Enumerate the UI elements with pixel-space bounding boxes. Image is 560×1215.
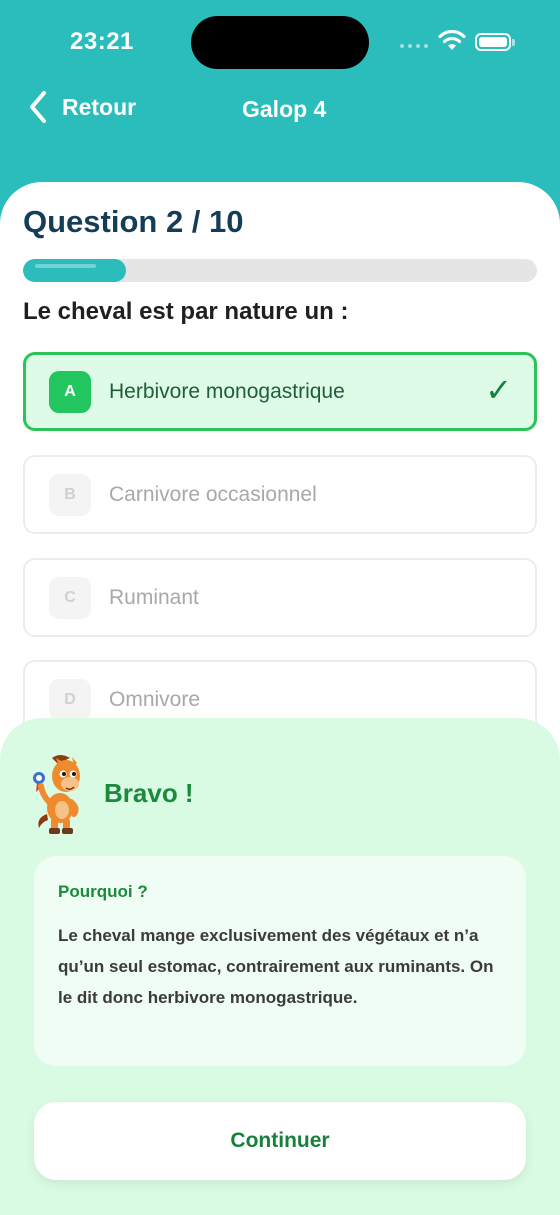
status-time: 23:21 xyxy=(70,28,134,55)
answer-option-c[interactable]: C Ruminant xyxy=(23,558,537,637)
feedback-title: Bravo ! xyxy=(104,778,194,808)
option-label: Carnivore occasionnel xyxy=(109,482,317,506)
question-text: Le cheval est par nature un : xyxy=(23,298,349,325)
dynamic-island xyxy=(191,16,369,69)
explanation-card: Pourquoi ? Le cheval mange exclusivement… xyxy=(34,856,526,1066)
option-label: Omnivore xyxy=(109,687,201,711)
answer-option-b[interactable]: B Carnivore occasionnel xyxy=(23,455,537,534)
feedback-panel: Bravo ! Pourquoi ? Le cheval mange exclu… xyxy=(0,718,560,1215)
option-label: Herbivore monogastrique xyxy=(109,379,345,403)
explanation-text: Le cheval mange exclusivement des végéta… xyxy=(58,926,494,1007)
cellular-signal-icon xyxy=(400,44,428,48)
option-letter-badge: D xyxy=(49,678,91,721)
page-title: Galop 4 xyxy=(242,96,327,122)
back-button[interactable]: Retour xyxy=(28,90,136,124)
explanation-title: Pourquoi ? xyxy=(58,882,148,901)
top-nav: Retour Galop 4 xyxy=(0,84,560,134)
wifi-icon xyxy=(438,30,466,50)
back-label: Retour xyxy=(62,93,137,120)
option-letter-badge: A xyxy=(49,370,91,413)
option-label: Ruminant xyxy=(109,585,199,609)
battery-icon xyxy=(475,33,515,51)
answer-option-a[interactable]: A Herbivore monogastrique ✓ xyxy=(23,352,537,431)
option-letter-badge: C xyxy=(49,576,91,619)
continue-button[interactable]: Continuer xyxy=(34,1102,526,1180)
progress-bar xyxy=(23,259,537,282)
option-letter-badge: B xyxy=(49,473,91,516)
question-counter: Question 2 / 10 xyxy=(23,204,244,239)
horse-mascot-icon xyxy=(33,755,80,834)
checkmark-icon: ✓ xyxy=(485,372,512,408)
chevron-left-icon xyxy=(30,91,46,123)
status-bar: 23:21 xyxy=(0,0,560,84)
progress-fill xyxy=(23,259,126,282)
